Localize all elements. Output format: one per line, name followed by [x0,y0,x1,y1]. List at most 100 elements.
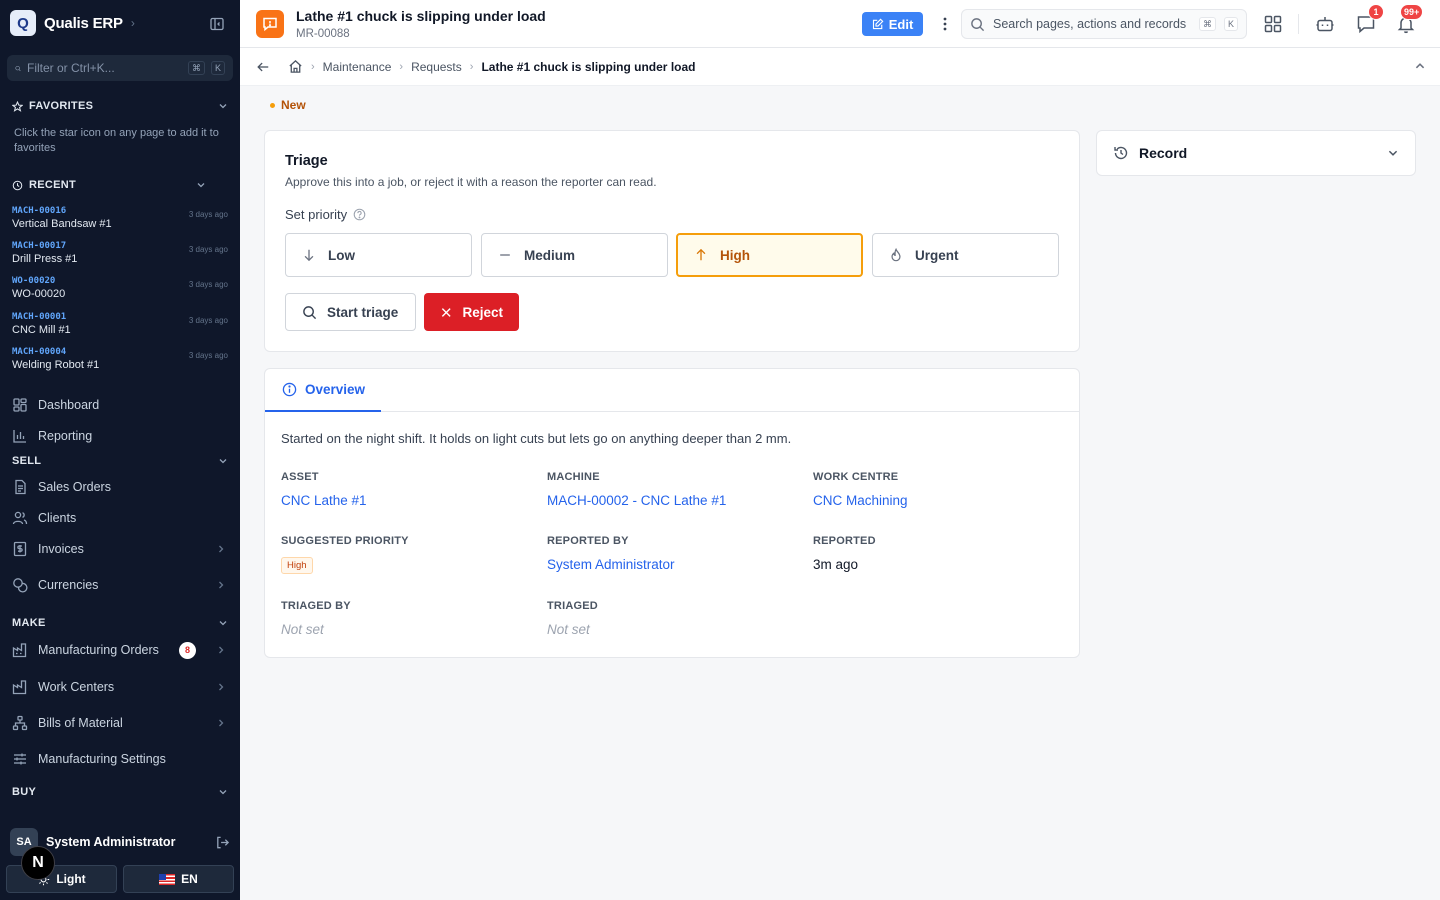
global-search[interactable]: ⌘ K [961,9,1247,39]
priority-label: Medium [524,247,576,263]
field-label: ASSET [281,471,319,483]
chevron-up-icon[interactable] [1414,60,1426,72]
chevron-right-icon [219,719,224,727]
field-label: TRIAGED BY [281,600,351,612]
sidebar-item-invoices[interactable]: Invoices [12,536,226,562]
recent-item[interactable]: MACH-00001 CNC Mill #1 3 days ago [12,311,228,341]
priority-high-button[interactable]: High [676,233,863,277]
sidebar-item-label: Currencies [38,578,99,592]
record-title: Record [1139,145,1188,161]
recent-item-time: 3 days ago [188,210,228,219]
buy-section-header[interactable]: BUY [12,784,228,800]
sidebar-item-bills-of-material[interactable]: Bills of Material [12,710,226,736]
record-panel[interactable]: Record [1096,130,1416,176]
sidebar-filter-input[interactable] [26,61,182,75]
close-icon [441,307,451,317]
favorites-header[interactable]: FAVORITES [12,98,228,114]
work-centre-link[interactable]: CNC Machining [813,493,1063,508]
brand[interactable]: Q Qualis ERP › [10,10,135,36]
factory-icon [12,643,27,658]
make-section-header[interactable]: MAKE [12,615,228,631]
kbd-cmd: ⌘ [187,61,205,75]
recent-item[interactable]: WO-00020 WO-00020 3 days ago [12,275,228,305]
reporter-link[interactable]: System Administrator [547,557,797,572]
tab-overview[interactable]: Overview [265,369,381,412]
back-arrow-icon[interactable] [256,60,270,74]
apps-grid-icon[interactable] [1263,14,1283,34]
sidebar-item-reporting[interactable]: Reporting [12,423,226,449]
status-badge: New [270,96,306,114]
assistant-bot-icon[interactable] [1315,14,1335,34]
sell-section-header[interactable]: SELL [12,453,228,469]
field-triaged: TRIAGED Not set [547,600,797,637]
reject-label: Reject [462,304,503,320]
asset-link[interactable]: CNC Lathe #1 [281,493,531,508]
clock-icon [12,180,23,190]
star-icon [12,100,23,112]
recent-item-time: 3 days ago [188,316,228,325]
sidebar-item-label: Reporting [38,429,93,443]
edit-button[interactable]: Edit [862,12,923,36]
recent-item-name: Drill Press #1 [12,253,78,265]
priority-label-text: Set priority [285,207,348,222]
sidebar-item-dashboard[interactable]: Dashboard [12,392,226,418]
sidebar-item-manufacturing-settings[interactable]: Manufacturing Settings [12,746,226,772]
sidebar-item-clients[interactable]: Clients [12,505,226,531]
section-title: BUY [12,786,37,798]
recent-item-time: 3 days ago [188,245,228,254]
more-options-icon[interactable] [938,14,952,34]
sidebar-collapse-icon[interactable] [209,16,225,32]
dashboard-icon [13,398,27,412]
overview-card: Overview Started on the night shift. It … [264,368,1080,658]
sidebar-item-manufacturing-orders[interactable]: Manufacturing Orders 8 [12,637,226,663]
request-description: Started on the night shift. It holds on … [281,431,792,446]
start-triage-button[interactable]: Start triage [285,293,416,331]
chevron-right-icon: › [130,16,135,30]
field-label: TRIAGED [547,600,598,612]
priority-low-button[interactable]: Low [285,233,472,277]
start-triage-label: Start triage [327,304,399,320]
app-logo: Q [10,10,36,36]
breadcrumb-link-maintenance[interactable]: Maintenance [323,60,392,74]
dev-indicator-badge[interactable]: N [21,846,55,880]
recent-item[interactable]: MACH-00016 Vertical Bandsaw #1 3 days ag… [12,205,228,235]
priority-urgent-button[interactable]: Urgent [872,233,1059,277]
sidebar-item-currencies[interactable]: Currencies [12,572,226,598]
chevron-right-icon [219,646,224,654]
us-flag-icon [159,873,176,885]
machine-link[interactable]: MACH-00002 - CNC Lathe #1 [547,493,797,508]
sidebar-filter[interactable]: ⌘ K [7,55,233,81]
divider [1298,14,1299,34]
language-button[interactable]: EN [123,865,234,893]
field-label: WORK CENTRE [813,471,899,483]
coins-icon [13,578,28,593]
priority-label: Urgent [915,247,959,263]
recent-item[interactable]: MACH-00004 Welding Robot #1 3 days ago [12,346,228,376]
home-icon[interactable] [288,59,303,74]
chevron-down-icon [219,104,227,109]
help-circle-icon[interactable] [353,208,366,221]
field-label: REPORTED [813,535,876,547]
priority-medium-button[interactable]: Medium [481,233,668,277]
recent-header[interactable]: RECENT [12,177,206,193]
sidebar-item-sales-orders[interactable]: Sales Orders [12,474,226,500]
tab-label: Overview [305,382,366,397]
chevron-right-icon [219,545,224,553]
reject-button[interactable]: Reject [424,293,519,331]
breadcrumb-link-requests[interactable]: Requests [411,60,462,74]
sidebar-item-work-centers[interactable]: Work Centers [12,674,226,700]
priority-label: Set priority [285,207,366,222]
search-input[interactable] [993,17,1191,31]
count-badge: 8 [179,641,196,659]
sidebar-item-label: Work Centers [38,680,115,694]
favorites-note: Click the star icon on any page to add i… [14,127,219,154]
priority-label: High [720,247,750,263]
status-dot [270,102,275,108]
recent-item[interactable]: MACH-00017 Drill Press #1 3 days ago [12,240,228,270]
breadcrumb-bar: › Maintenance › Requests › Lathe #1 chuc… [240,48,1440,86]
logout-icon[interactable] [215,835,230,850]
tab-bar: Overview [265,369,1079,412]
page-title: Lathe #1 chuck is slipping under load [296,8,546,24]
priority-label: Low [328,247,355,263]
sidebar-item-label: Invoices [38,542,84,556]
